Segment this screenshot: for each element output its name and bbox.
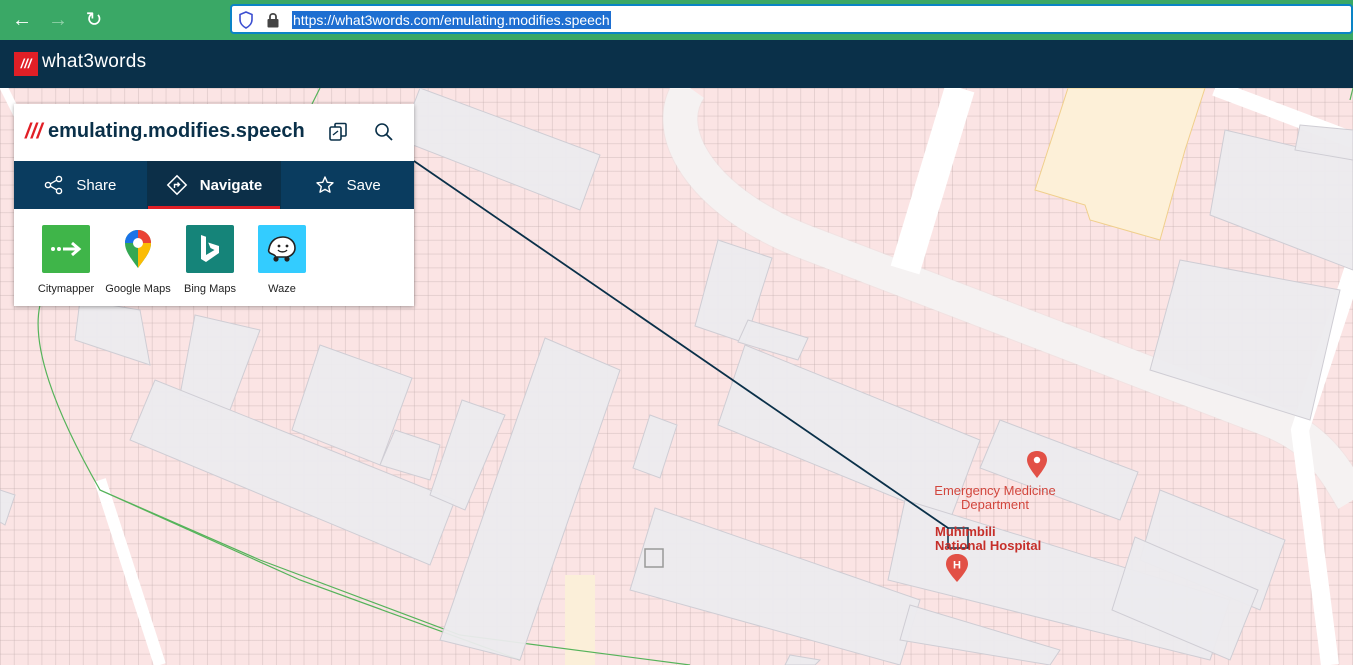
tab-share-label: Share (76, 176, 117, 194)
waze-icon (258, 225, 306, 273)
reload-button[interactable]: ↻ (82, 8, 106, 32)
map-connector-line (413, 160, 949, 529)
map-building-2 (74, 299, 151, 366)
app-waze-label: Waze (268, 283, 296, 295)
poi-label-hospital-line2: National Hospital (935, 538, 1042, 553)
search-icon (375, 123, 393, 141)
map-building-14 (629, 507, 921, 665)
tab-share[interactable]: Share (14, 161, 148, 209)
copy-button[interactable] (327, 121, 349, 143)
app-waze[interactable]: Waze (246, 225, 318, 295)
address-slashes: /// (25, 120, 43, 143)
brand-name[interactable]: what3words (42, 51, 146, 73)
three-word-address: emulating.modifies.speech (48, 120, 305, 142)
browser-toolbar: ← → ↻ https://what3words.com/emulating.m… (0, 0, 1353, 41)
tab-save-label: Save (346, 176, 381, 194)
citymapper-icon (42, 225, 90, 273)
poi-label-hospital-line1: Muhimbili (935, 524, 996, 539)
lock-icon (267, 12, 279, 28)
app-header (0, 40, 1353, 88)
share-icon (44, 175, 64, 195)
map-building-1 (399, 88, 601, 211)
app-citymapper[interactable]: Citymapper (30, 225, 102, 295)
map-path-green-1 (311, 88, 321, 105)
map-building-22 (0, 489, 16, 526)
navigate-icon (166, 174, 188, 196)
poi-label-hospital[interactable]: Muhimbili National Hospital (935, 525, 1041, 553)
star-icon (315, 175, 335, 195)
map-road-branch (890, 88, 975, 275)
app-citymapper-label: Citymapper (37, 283, 95, 295)
navigation-apps: Citymapper Google Maps Bing Maps Waze (14, 209, 414, 306)
map-road-left (94, 478, 166, 665)
address-card: /// emulating.modifies.speech Share Navi… (14, 104, 414, 306)
map-building-23 (784, 654, 822, 665)
search-button[interactable] (373, 121, 395, 143)
poi-label-emergency[interactable]: Emergency Medicine Department (925, 484, 1065, 512)
svg-text:H: H (953, 560, 961, 572)
url-text[interactable]: https://what3words.com/emulating.modifie… (292, 11, 611, 29)
card-header: /// emulating.modifies.speech (14, 104, 414, 161)
app-google-maps[interactable]: Google Maps (102, 225, 174, 295)
bing-maps-icon (186, 225, 234, 273)
action-tabs: Share Navigate Save (14, 161, 414, 209)
tab-save[interactable]: Save (281, 161, 414, 209)
back-button[interactable]: ← (10, 8, 34, 32)
google-maps-icon (114, 225, 162, 273)
map-building-yellow (1034, 88, 1206, 241)
address-bar[interactable]: https://what3words.com/emulating.modifie… (230, 4, 1353, 34)
copy-icon (329, 122, 347, 141)
tab-navigate-label: Navigate (199, 176, 263, 194)
logo-mark[interactable]: /// (14, 52, 38, 76)
forward-button[interactable]: → (46, 8, 70, 32)
app-google-maps-label: Google Maps (105, 283, 171, 295)
map-building-9 (632, 414, 678, 479)
shield-icon (239, 11, 253, 29)
app-bing-maps[interactable]: Bing Maps (174, 225, 246, 295)
app-bing-maps-label: Bing Maps (184, 283, 236, 295)
tab-navigate[interactable]: Navigate (147, 161, 282, 209)
